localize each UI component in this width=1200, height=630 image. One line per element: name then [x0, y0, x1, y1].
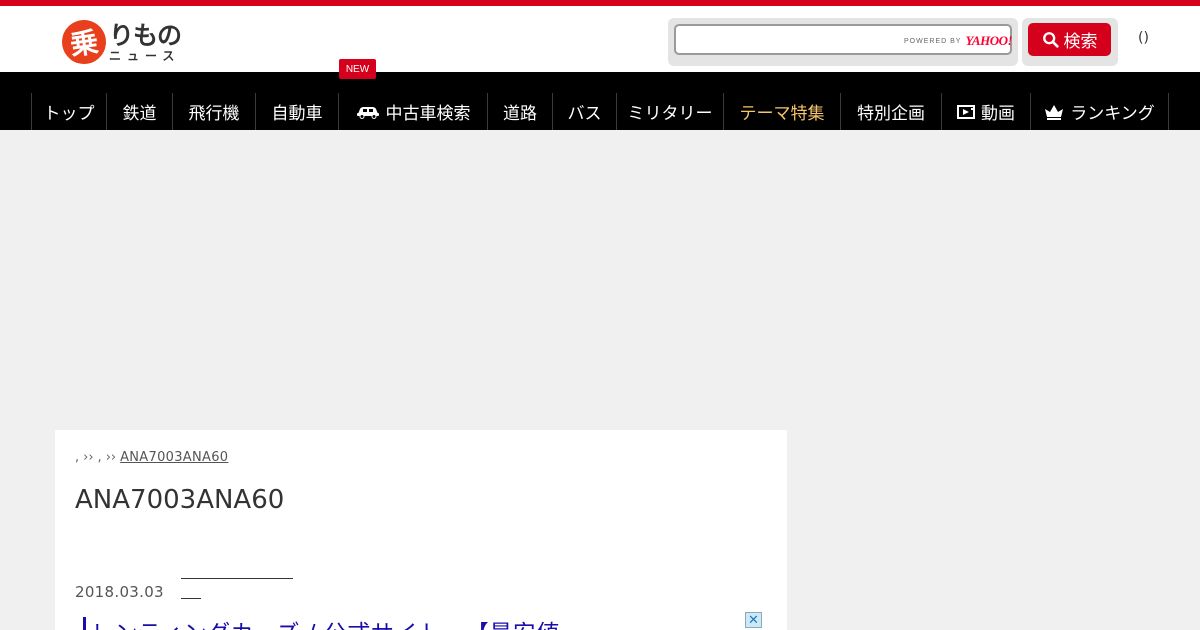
share-divider	[181, 598, 201, 599]
main-nav: トップ 鉄道 飛行機 自動車 中古車検索 道路 バス ミリタリー テーマ特集 特…	[0, 72, 1200, 130]
nav-item-road[interactable]: 道路	[487, 93, 552, 130]
nav-item-video[interactable]: 動画	[941, 93, 1030, 130]
nav-item-special-project[interactable]: 特別企画	[840, 93, 941, 130]
advertisement-area	[0, 130, 1200, 430]
logo-text: りもの ニュース	[109, 20, 182, 63]
breadcrumb: , ›› , ›› ANA7003ANA60	[75, 450, 294, 465]
nav-item-railway[interactable]: 鉄道	[106, 93, 172, 130]
search-button[interactable]: 検索	[1028, 23, 1111, 56]
share-area[interactable]	[181, 578, 293, 604]
breadcrumb-separator: ,	[97, 450, 102, 465]
nav-item-label: ランキング	[1070, 104, 1155, 124]
nav-item-label: ミリタリー	[627, 104, 713, 124]
search-icon	[1042, 31, 1059, 48]
nav-item-airplane[interactable]: 飛行機	[172, 93, 255, 130]
nav-item-label: 鉄道	[122, 104, 157, 124]
nav-item-bus[interactable]: バス	[552, 93, 616, 130]
nav-item-ranking[interactable]: ランキング	[1030, 93, 1169, 130]
search-button-wrap: 検索	[1022, 18, 1118, 66]
new-badge: NEW	[339, 59, 376, 79]
close-icon[interactable]: ✕	[745, 612, 762, 628]
breadcrumb-separator: ,	[75, 450, 80, 465]
breadcrumb-separator: ››	[83, 450, 94, 465]
search-powered-by: POWERED BY YAHOO!	[904, 33, 1013, 49]
nav-item-label: トップ	[43, 104, 95, 124]
site-header: 乗 りもの ニュース POWERED BY YAHOO! 検索 ()	[0, 6, 1200, 72]
site-logo[interactable]: 乗 りもの ニュース	[59, 17, 194, 67]
sponsored-link[interactable]: レンティングカーズ / 公式サイト - 【最安値	[91, 614, 560, 630]
article-date: 2018.03.03	[75, 583, 164, 601]
breadcrumb-current[interactable]: ANA7003ANA60	[120, 450, 294, 465]
nav-item-car[interactable]: 自動車	[255, 93, 338, 130]
share-divider	[181, 578, 293, 579]
article-card: , ›› , ›› ANA7003ANA60 ANA7003ANA60 2018…	[55, 430, 787, 630]
nav-item-label: 飛行機	[188, 104, 240, 124]
nav-item-military[interactable]: ミリタリー	[616, 93, 723, 130]
breadcrumb-separator: ››	[105, 450, 117, 465]
crown-icon	[1045, 104, 1064, 120]
nav-item-label: 動画	[981, 104, 1015, 124]
video-icon	[957, 104, 975, 119]
nav-item-used-car-search[interactable]: 中古車検索	[338, 93, 487, 130]
nav-item-label: 中古車検索	[385, 104, 471, 124]
nav-item-theme-feature[interactable]: テーマ特集	[723, 93, 840, 130]
nav-item-label: 自動車	[271, 104, 323, 124]
yahoo-logo: YAHOO!	[965, 33, 1013, 48]
powered-by-label: POWERED BY	[904, 37, 962, 45]
article-title: ANA7003ANA60	[75, 485, 285, 515]
logo-main-text: りもの	[109, 20, 182, 50]
nav-item-label: テーマ特集	[739, 104, 825, 124]
nav-list: トップ 鉄道 飛行機 自動車 中古車検索 道路 バス ミリタリー テーマ特集 特…	[31, 93, 1169, 130]
search-button-label: 検索	[1063, 32, 1098, 52]
nav-item-top[interactable]: トップ	[31, 93, 106, 130]
nav-item-label: 道路	[503, 104, 537, 124]
car-icon	[356, 106, 379, 119]
logo-mark: 乗	[59, 17, 109, 67]
nav-item-label: 特別企画	[857, 104, 925, 124]
logo-sub-text: ニュース	[109, 48, 181, 63]
sponsored-marker	[83, 617, 86, 630]
search-box: POWERED BY YAHOO!	[668, 18, 1018, 66]
nav-item-label: バス	[567, 104, 602, 124]
header-extra-text[interactable]: ()	[1138, 30, 1149, 46]
